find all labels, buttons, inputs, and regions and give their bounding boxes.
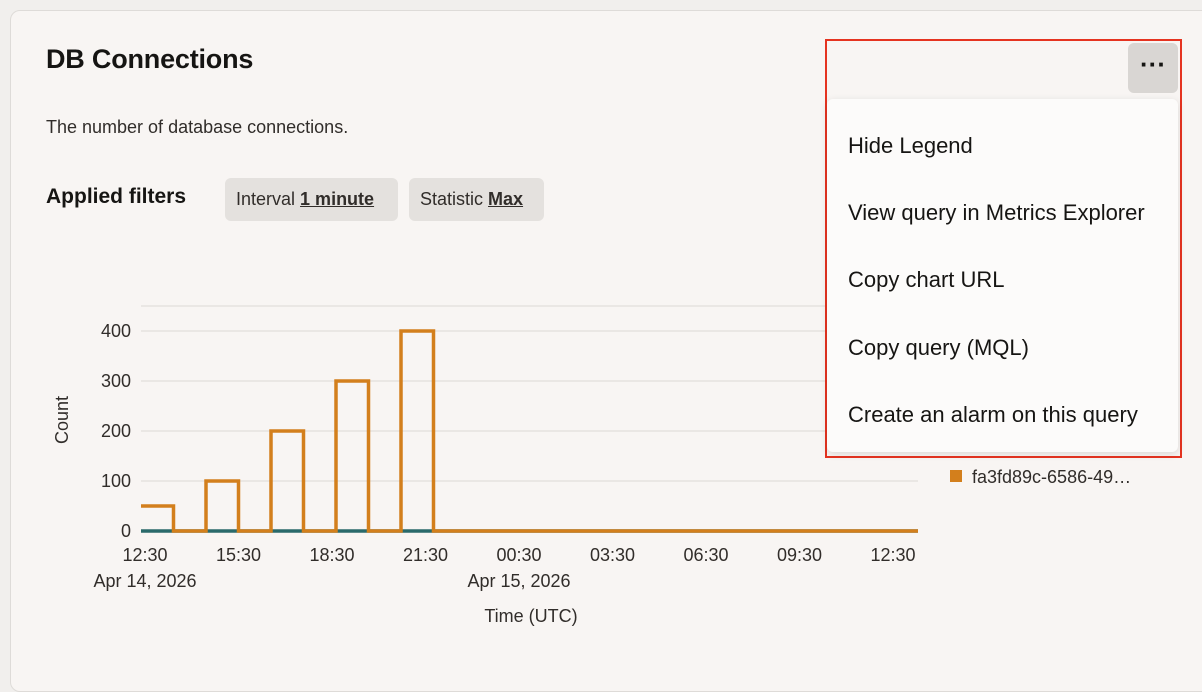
menu-item-hide-legend[interactable]: Hide Legend [848, 133, 973, 159]
menu-item-copy-chart-url[interactable]: Copy chart URL [848, 267, 1005, 293]
y-tick-label: 0 [121, 521, 131, 541]
x-tick-label: 12:30 [870, 545, 915, 565]
x-tick-date-label: Apr 14, 2026 [93, 571, 196, 591]
x-tick-label: 06:30 [683, 545, 728, 565]
y-axis-label: Count [52, 396, 72, 444]
menu-item-view-query[interactable]: View query in Metrics Explorer [848, 200, 1145, 226]
x-tick-date-label: Apr 15, 2026 [467, 571, 570, 591]
y-tick-label: 100 [101, 471, 131, 491]
x-tick-label: 18:30 [309, 545, 354, 565]
x-tick-label: 09:30 [777, 545, 822, 565]
y-tick-label: 400 [101, 321, 131, 341]
x-tick-label: 12:30 [122, 545, 167, 565]
chart-legend[interactable]: fa3fd89c-6586-49… [950, 467, 1131, 488]
x-tick-label: 03:30 [590, 545, 635, 565]
legend-entry-label: fa3fd89c-6586-49… [972, 467, 1132, 487]
legend-swatch [950, 470, 962, 482]
menu-item-copy-query[interactable]: Copy query (MQL) [848, 335, 1029, 361]
options-menu: Hide Legend View query in Metrics Explor… [827, 99, 1178, 452]
menu-item-create-alarm[interactable]: Create an alarm on this query [848, 402, 1138, 428]
x-tick-label: 15:30 [216, 545, 261, 565]
x-tick-label: 00:30 [496, 545, 541, 565]
y-tick-label: 200 [101, 421, 131, 441]
x-axis-label: Time (UTC) [484, 606, 577, 626]
more-options-button[interactable]: ··· [1128, 43, 1178, 93]
y-tick-label: 300 [101, 371, 131, 391]
x-tick-label: 21:30 [403, 545, 448, 565]
